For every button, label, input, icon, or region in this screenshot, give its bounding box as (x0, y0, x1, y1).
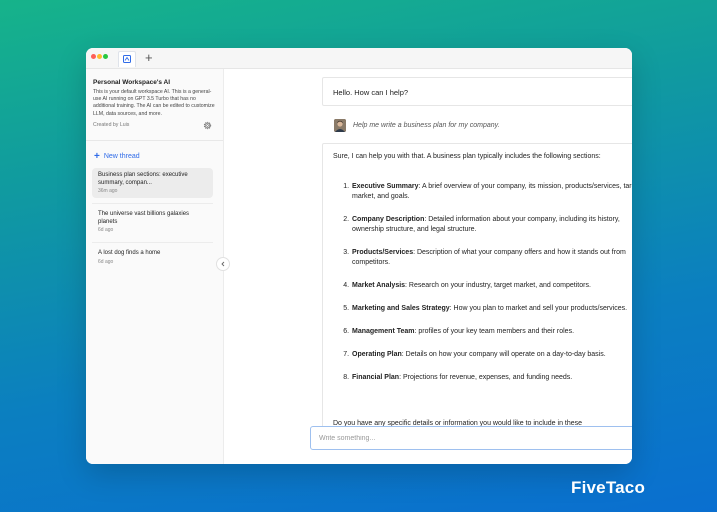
new-thread-label: New thread (103, 153, 140, 160)
gear-icon[interactable] (203, 121, 212, 130)
thread-divider (92, 242, 213, 243)
ai-tab-icon (123, 55, 131, 63)
thread-title: Business plan sections: executive summar… (98, 172, 188, 186)
list-item: Management Team: profiles of your key te… (351, 327, 632, 337)
thread-age: 6d ago (98, 227, 114, 234)
sidebar-divider (86, 140, 223, 141)
thread-age: 36m ago (98, 188, 118, 195)
collapse-sidebar-button[interactable] (216, 257, 230, 271)
maximize-dot-icon[interactable] (103, 54, 108, 59)
brand-logo: FiveTaco (571, 478, 646, 497)
close-dot-icon[interactable] (91, 54, 96, 59)
tab-ai[interactable] (118, 51, 136, 67)
thread-item[interactable]: The universe vast billions galaxies plan… (92, 207, 213, 237)
chat-area: Hello. How can I help? Help me write a b… (224, 69, 632, 464)
answer-list: Executive Summary: A brief overview of y… (333, 182, 632, 396)
thread-title: A lost dog finds a home (98, 250, 161, 256)
list-item-text: : Projections for revenue, expenses, and… (399, 374, 573, 381)
new-thread-button[interactable]: + New thread (94, 150, 140, 162)
new-tab-plus-icon[interactable]: + (145, 50, 153, 66)
list-item-text: : profiles of your key team members and … (414, 328, 575, 335)
thread-age: 6d ago (98, 258, 114, 265)
thread-item[interactable]: Business plan sections: executive summar… (92, 168, 213, 199)
user-avatar (334, 119, 346, 132)
workspace-creator: Created by Luis (93, 122, 130, 128)
assistant-answer-card: Sure, I can help you with that. A busine… (322, 143, 632, 433)
list-item: Operating Plan: Details on how your comp… (351, 350, 632, 360)
thread-item[interactable]: A lost dog finds a home 6d ago (92, 246, 213, 269)
list-item: Company Description: Detailed informatio… (351, 215, 632, 235)
workspace-description: This is your default workspace AI. This … (93, 89, 215, 117)
user-message: Help me write a business plan for my com… (353, 122, 500, 129)
list-item-heading: Market Analysis (352, 282, 406, 289)
app-window: + Personal Workspace's AI This is your d… (86, 48, 632, 464)
message-input-box[interactable] (310, 426, 632, 450)
list-item: Products/Services: Description of what y… (351, 248, 632, 268)
list-item-heading: Products/Services (352, 249, 414, 256)
list-item-heading: Financial Plan (352, 374, 400, 381)
list-item-text: : How you plan to market and sell your p… (449, 305, 628, 312)
thread-title: The universe vast billions galaxies plan… (98, 211, 190, 225)
list-item: Market Analysis: Research on your indust… (351, 281, 632, 291)
list-item-heading: Operating Plan (352, 351, 402, 358)
list-item: Executive Summary: A brief overview of y… (351, 182, 632, 202)
chevron-left-icon (221, 261, 225, 267)
message-input[interactable] (311, 427, 632, 450)
list-item-text: : Details on how your company will opera… (401, 351, 606, 358)
list-item-heading: Management Team (352, 328, 415, 335)
plus-icon: + (94, 151, 100, 162)
minimize-dot-icon[interactable] (97, 54, 102, 59)
sidebar: Personal Workspace's AI This is your def… (86, 69, 224, 464)
thread-divider (92, 203, 213, 204)
list-item-heading: Executive Summary (352, 183, 419, 190)
workspace-title: Personal Workspace's AI (93, 79, 171, 86)
title-bar: + (86, 48, 632, 69)
list-item: Financial Plan: Projections for revenue,… (351, 373, 632, 383)
assistant-greeting-card: Hello. How can I help? (322, 77, 632, 106)
list-item-text: : Research on your industry, target mark… (405, 282, 591, 289)
list-item-heading: Marketing and Sales Strategy (352, 305, 450, 312)
list-item: Marketing and Sales Strategy: How you pl… (351, 304, 632, 314)
answer-intro: Sure, I can help you with that. A busine… (333, 153, 601, 160)
assistant-greeting: Hello. How can I help? (333, 88, 409, 97)
list-item-heading: Company Description (352, 216, 425, 223)
